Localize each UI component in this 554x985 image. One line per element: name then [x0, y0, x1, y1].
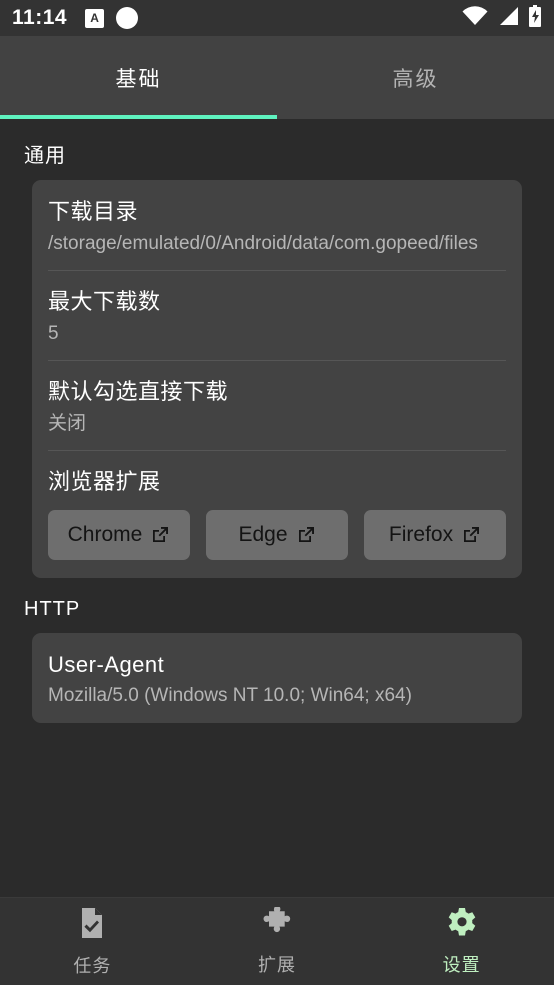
cellular-signal-icon: [497, 6, 519, 31]
status-left-icons: A: [85, 7, 139, 29]
setting-value: 关闭: [48, 412, 87, 434]
http-settings-card: User-Agent Mozilla/5.0 (Windows NT 10.0;…: [32, 632, 522, 724]
setting-value: 5: [48, 322, 59, 344]
setting-value: /storage/emulated/0/Android/data/com.gop…: [48, 232, 478, 254]
setting-row-default-direct-download[interactable]: 默认勾选直接下载 关闭: [48, 360, 506, 450]
chrome-extension-button[interactable]: Chrome: [48, 509, 190, 560]
section-title-http: HTTP: [24, 597, 81, 620]
puzzle-piece-icon: [261, 905, 293, 944]
status-right-icons: [462, 4, 542, 32]
setting-row-browser-extensions: 浏览器扩展 Chrome Edge Firefox: [48, 450, 506, 578]
firefox-extension-label: Firefox: [388, 522, 454, 546]
setting-value: Mozilla/5.0 (Windows NT 10.0; Win64; x64…: [48, 685, 412, 707]
tab-bar: 基础 高级: [0, 36, 554, 119]
app-window: 11:14 A 基础 高级 通用 下载目录 /storage/emulated/…: [0, 0, 554, 985]
firefox-extension-button[interactable]: Firefox: [364, 509, 506, 560]
file-check-icon: [77, 906, 107, 945]
nav-label-extensions: 扩展: [258, 954, 296, 975]
setting-row-max-downloads[interactable]: 最大下载数 5: [48, 270, 506, 360]
wifi-icon: [462, 5, 488, 31]
status-bar: 11:14 A: [0, 0, 554, 36]
edge-extension-button[interactable]: Edge: [206, 509, 348, 560]
gear-icon: [446, 907, 478, 944]
external-link-icon: [151, 525, 170, 544]
setting-title: 默认勾选直接下载: [48, 379, 229, 405]
nav-label-settings: 设置: [442, 954, 481, 975]
ime-badge-icon: A: [85, 8, 105, 28]
section-title-general: 通用: [24, 145, 66, 167]
battery-charging-icon: [528, 4, 542, 32]
setting-title: 浏览器扩展: [48, 469, 161, 495]
nav-item-settings[interactable]: 设置: [369, 898, 554, 985]
edge-extension-label: Edge: [238, 522, 288, 546]
settings-scroll-area[interactable]: 通用 下载目录 /storage/emulated/0/Android/data…: [0, 119, 554, 897]
chrome-extension-label: Chrome: [67, 522, 143, 546]
general-settings-card: 下载目录 /storage/emulated/0/Android/data/co…: [32, 180, 522, 578]
setting-title: 最大下载数: [48, 289, 161, 315]
nav-item-extensions[interactable]: 扩展: [185, 898, 370, 985]
setting-title: User-Agent: [48, 651, 165, 677]
external-link-icon: [297, 525, 316, 544]
nav-label-tasks: 任务: [73, 955, 112, 976]
nav-item-tasks[interactable]: 任务: [0, 898, 185, 985]
tab-advanced[interactable]: 高级: [277, 36, 554, 119]
setting-row-user-agent[interactable]: User-Agent Mozilla/5.0 (Windows NT 10.0;…: [48, 633, 506, 723]
white-dot-icon: [116, 7, 139, 29]
external-link-icon: [462, 525, 481, 544]
setting-row-download-dir[interactable]: 下载目录 /storage/emulated/0/Android/data/co…: [48, 180, 506, 270]
browser-extension-buttons: Chrome Edge Firefox: [48, 509, 506, 564]
status-clock: 11:14: [12, 6, 68, 29]
bottom-navigation-bar: 任务 扩展 设置: [0, 897, 554, 985]
tab-basic[interactable]: 基础: [0, 36, 277, 119]
setting-title: 下载目录: [48, 199, 139, 224]
